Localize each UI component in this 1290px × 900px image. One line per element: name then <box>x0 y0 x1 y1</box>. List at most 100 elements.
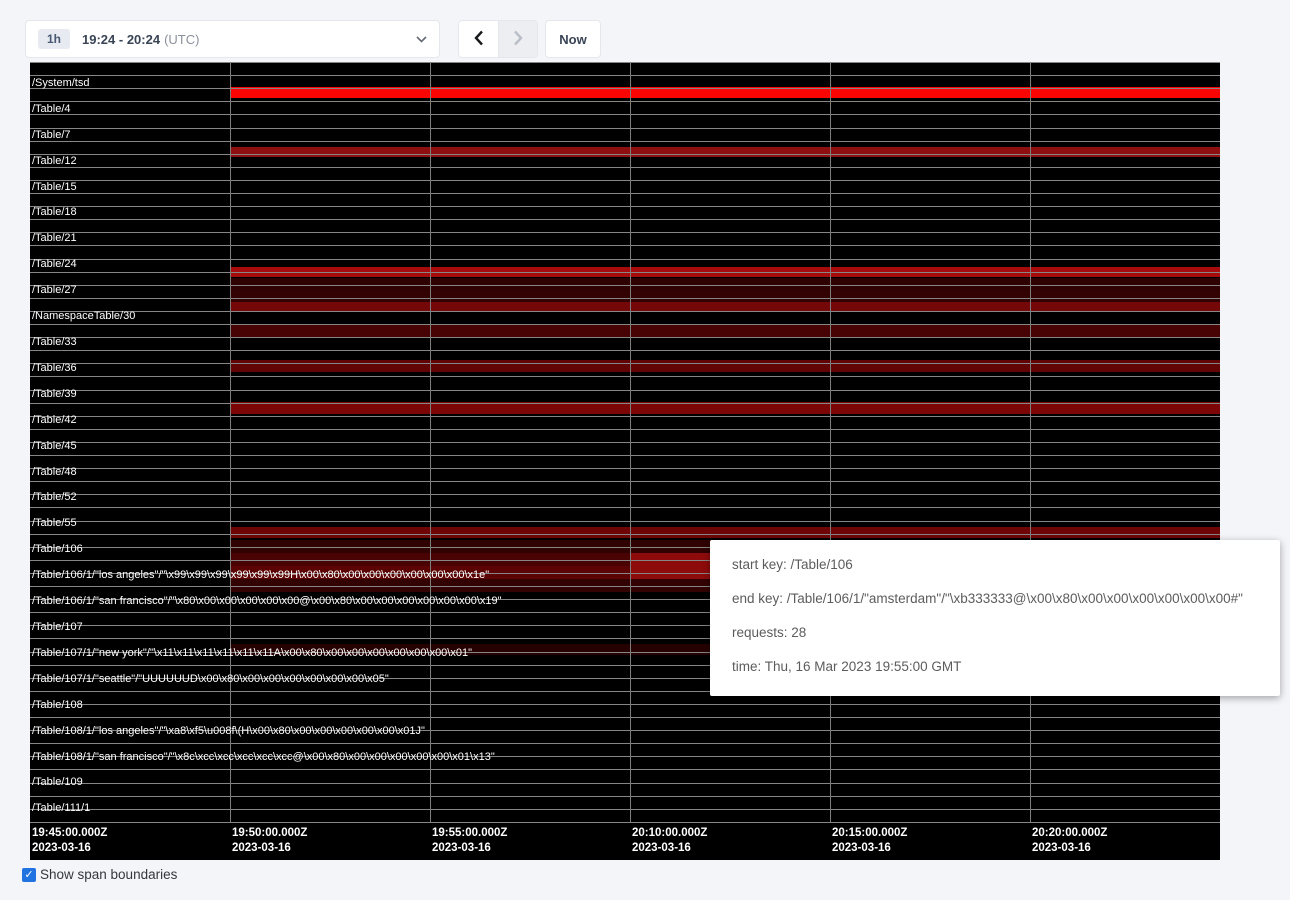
x-axis-tick-time: 19:55:00.000Z <box>432 826 507 841</box>
span-boundary-line-h <box>30 494 1220 495</box>
heatmap-band[interactable] <box>230 325 1220 337</box>
time-range-text: 19:24 - 20:24 <box>82 32 160 47</box>
span-boundary-line-h <box>30 442 1220 443</box>
span-boundary-line-h <box>30 534 1220 535</box>
row-label: /Table/33 <box>32 336 77 348</box>
span-boundary-line-h <box>30 390 1220 391</box>
x-axis-tick: 20:20:00.000Z2023-03-16 <box>1032 826 1107 856</box>
span-boundary-line-h <box>30 796 1220 797</box>
row-label: /Table/48 <box>32 466 77 478</box>
row-label: /Table/109 <box>32 776 83 788</box>
span-boundary-line-h <box>30 403 1220 404</box>
span-boundary-line-h <box>30 219 1220 220</box>
span-boundary-line-h <box>30 363 1220 364</box>
span-boundary-line-h <box>30 114 1220 115</box>
key-visualizer-heatmap[interactable]: /System/tsd/Table/4/Table/7/Table/12/Tab… <box>30 62 1220 860</box>
prev-range-button[interactable] <box>459 21 498 57</box>
x-axis-tick-time: 19:50:00.000Z <box>232 826 307 841</box>
time-range-picker[interactable]: 1h 19:24 - 20:24 (UTC) <box>25 20 440 58</box>
show-span-boundaries-label: Show span boundaries <box>40 867 177 882</box>
x-axis-tick-date: 2023-03-16 <box>232 841 307 856</box>
checkbox-checked-icon[interactable]: ✓ <box>22 868 36 882</box>
x-axis-tick: 19:50:00.000Z2023-03-16 <box>232 826 307 856</box>
row-label: /Table/24 <box>32 258 77 270</box>
x-axis-tick: 20:15:00.000Z2023-03-16 <box>832 826 907 856</box>
span-boundary-line-h <box>30 429 1220 430</box>
row-label: /Table/108/1/"san francisco"/"\x8c\xcc\x… <box>32 751 495 763</box>
x-axis-tick-time: 20:10:00.000Z <box>632 826 707 841</box>
chevron-down-icon <box>416 36 427 43</box>
row-label: /Table/108 <box>32 699 83 711</box>
row-label: /Table/4 <box>32 103 71 115</box>
row-label: /Table/108/1/"los angeles"/"\xa8\xf5\u00… <box>32 725 425 737</box>
span-boundary-line-h <box>30 455 1220 456</box>
span-boundary-line-h <box>30 704 1220 705</box>
span-boundary-line-h <box>30 154 1220 155</box>
heatmap-band[interactable] <box>230 360 1220 372</box>
next-range-button[interactable] <box>498 21 537 57</box>
chevron-right-icon <box>513 30 523 49</box>
span-boundary-line-v <box>430 62 431 823</box>
row-label: /Table/45 <box>32 440 77 452</box>
row-label: /Table/106/1/"san francisco"/"\x80\x00\x… <box>32 595 502 607</box>
row-label: /Table/7 <box>32 129 71 141</box>
span-boundary-line-v <box>830 62 831 823</box>
span-boundary-line-h <box>30 809 1220 810</box>
heatmap-band[interactable] <box>230 527 1220 538</box>
span-boundary-line-h <box>30 743 1220 744</box>
span-boundary-line-h <box>30 717 1220 718</box>
row-label: /Table/107 <box>32 621 83 633</box>
span-boundary-line-v <box>630 62 631 823</box>
x-axis-tick-time: 20:15:00.000Z <box>832 826 907 841</box>
show-span-boundaries-toggle[interactable]: ✓ Show span boundaries <box>22 867 177 882</box>
span-boundary-line-h <box>30 481 1220 482</box>
tooltip-start-key: start key: /Table/106 <box>732 548 1280 582</box>
cell-tooltip: start key: /Table/106 end key: /Table/10… <box>710 540 1280 696</box>
span-boundary-line-h <box>30 88 1220 89</box>
span-boundary-line-h <box>30 285 1220 286</box>
row-label: /Table/106 <box>32 543 83 555</box>
span-boundary-line-h <box>30 298 1220 299</box>
span-boundary-line-h <box>30 245 1220 246</box>
span-boundary-line-h <box>30 337 1220 338</box>
time-range-duration-badge: 1h <box>38 29 70 49</box>
x-axis-tick-date: 2023-03-16 <box>832 841 907 856</box>
row-label: /Table/106/1/"los angeles"/"\x99\x99\x99… <box>32 569 489 581</box>
now-button[interactable]: Now <box>545 20 601 58</box>
row-label: /Table/55 <box>32 517 77 529</box>
span-boundary-line-h <box>30 75 1220 76</box>
x-axis-tick-date: 2023-03-16 <box>432 841 507 856</box>
span-boundary-line-h <box>30 128 1220 129</box>
span-boundary-line-h <box>30 101 1220 102</box>
span-boundary-line-h <box>30 62 1220 63</box>
row-label: /Table/12 <box>32 155 77 167</box>
row-label: /Table/42 <box>32 414 77 426</box>
row-label: /Table/21 <box>32 232 77 244</box>
x-axis-tick-date: 2023-03-16 <box>1032 841 1107 856</box>
row-label: /Table/15 <box>32 181 77 193</box>
row-label: /Table/107/1/"new york"/"\x11\x11\x11\x1… <box>32 647 472 659</box>
row-label: /System/tsd <box>32 77 89 89</box>
span-boundary-line-h <box>30 769 1220 770</box>
span-boundary-line-h <box>30 206 1220 207</box>
span-boundary-line-h <box>30 822 1220 823</box>
span-boundary-line-v <box>230 62 231 823</box>
span-boundary-line-h <box>30 468 1220 469</box>
span-boundary-line-h <box>30 416 1220 417</box>
span-boundary-line-h <box>30 311 1220 312</box>
span-boundary-line-h <box>30 783 1220 784</box>
x-axis-tick: 20:10:00.000Z2023-03-16 <box>632 826 707 856</box>
heatmap-band[interactable] <box>230 147 1220 157</box>
row-label: /Table/52 <box>32 491 77 503</box>
row-label: /Table/27 <box>32 284 77 296</box>
row-label: /Table/39 <box>32 388 77 400</box>
span-boundary-line-h <box>30 272 1220 273</box>
heatmap-band[interactable] <box>230 278 1220 290</box>
span-boundary-line-h <box>30 180 1220 181</box>
row-label: /NamespaceTable/30 <box>32 310 135 322</box>
tooltip-requests: requests: 28 <box>732 616 1280 650</box>
span-boundary-line-h <box>30 232 1220 233</box>
x-axis-tick-time: 20:20:00.000Z <box>1032 826 1107 841</box>
heatmap-band[interactable] <box>230 290 1220 302</box>
x-axis-tick-date: 2023-03-16 <box>632 841 707 856</box>
